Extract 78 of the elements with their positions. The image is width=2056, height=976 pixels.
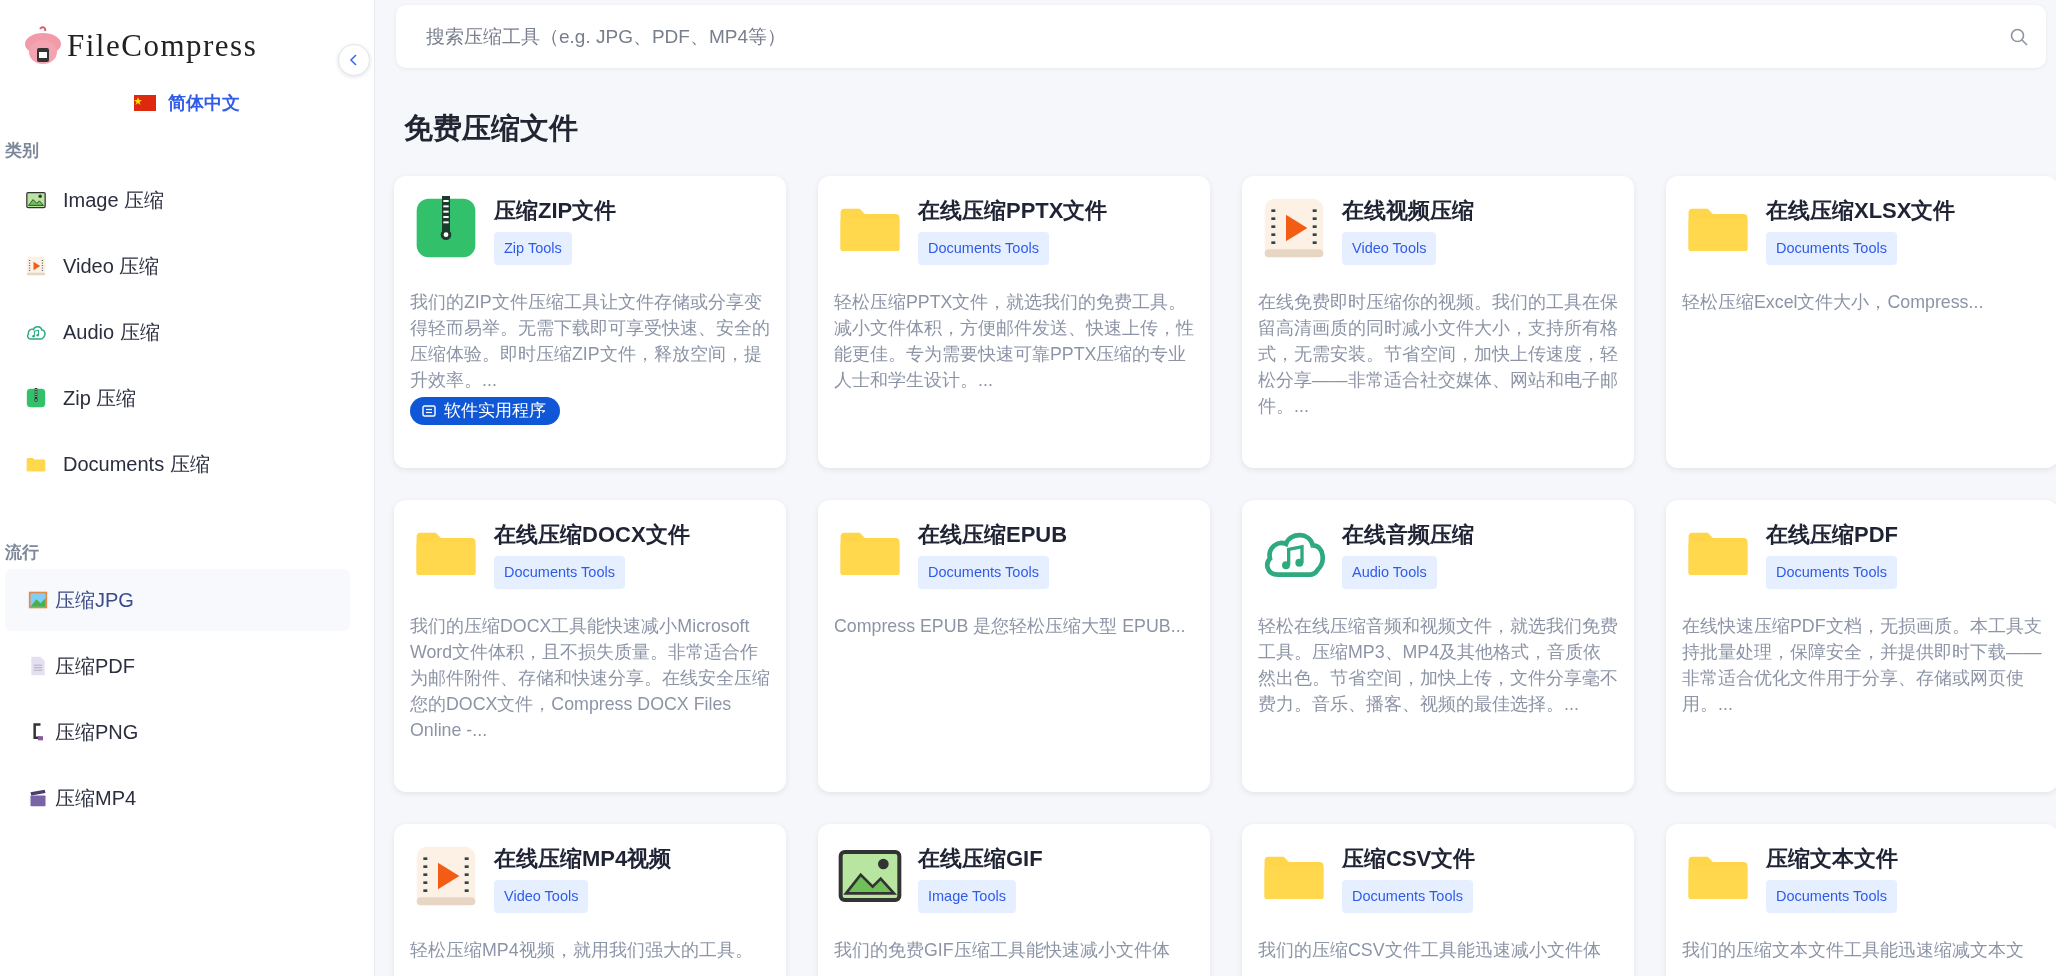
category-tag: Video Tools	[1342, 232, 1437, 265]
logo-text: FileCompress	[67, 28, 258, 64]
section-title: 流行	[4, 542, 40, 564]
section-title: 类别	[4, 140, 40, 162]
card-title: 压缩文本文件	[1766, 845, 1898, 873]
mascot-logo-icon	[23, 26, 63, 66]
language-link[interactable]: 简体中文	[168, 91, 240, 115]
chevron-left-icon	[348, 54, 360, 66]
category-tag: Documents Tools	[494, 556, 625, 589]
tool-card[interactable]: 压缩CSV文件 Documents Tools 我们的压缩CSV文件工具能迅速减小文件体	[1242, 824, 1634, 976]
card-description: Compress EPUB 是您轻松压缩大型 EPUB...	[834, 615, 1187, 638]
search-icon	[2010, 27, 2028, 46]
category-tag: Documents Tools	[1766, 556, 1897, 589]
card-title: 在线压缩PDF	[1766, 521, 1898, 549]
tool-card[interactable]: 在线压缩DOCX文件 Documents Tools 我们的压缩DOCX工具能快速减小Microsoft Word文件体积，且不损失质量。非常适合作为邮件附件、存储和快速分享。在线安全压缩您的DOCX文件，Compress DOCX Files Online -...	[394, 500, 786, 792]
card-description: 在线快速压缩PDF文档，无损画质。本工具支持批量处理，保障安全，并提供即时下载——非常适合优化文件用于分享、存储或网页使用。...	[1682, 615, 2042, 716]
category-tag: Zip Tools	[494, 232, 572, 265]
play-icon	[1262, 196, 1326, 260]
category-tag: Documents Tools	[1766, 232, 1897, 265]
card-title: 在线压缩DOCX文件	[494, 521, 690, 549]
card-title: 在线音频压缩	[1342, 521, 1474, 549]
category-tag: Documents Tools	[1342, 880, 1473, 913]
card-description: 轻松压缩MP4视频，就用我们强大的工具。	[410, 939, 754, 962]
card-description: 轻松压缩PPTX文件，就选我们的免费工具。减小文件体积，方便邮件发送、快速上传，性能更佳。专为需要快速可靠PPTX压缩的专业人士和学生设计。...	[834, 291, 1194, 392]
card-title: 在线压缩MP4视频	[494, 845, 672, 873]
popular-link[interactable]: 压缩MP4	[5, 767, 350, 829]
card-description: 我们的压缩CSV文件工具能迅速减小文件体	[1258, 939, 1602, 962]
tool-card[interactable]: 在线音频压缩 Audio Tools 轻松在线压缩音频和视频文件，就选我们免费工具。压缩MP3、MP4及其他格式，音质依然出色。节省空间，加快上传，文件分享毫不费力。音乐、播客、视频的最佳选择。...	[1242, 500, 1634, 792]
document-icon	[28, 656, 48, 676]
card-description: 我们的压缩DOCX工具能快速减小Microsoft Word文件体积，且不损失质量。非常适合作为邮件附件、存储和快速分享。在线安全压缩您的DOCX文件，Compress DOCX Files Online -...	[410, 615, 770, 742]
card-title: 压缩ZIP文件	[494, 197, 617, 225]
page-heading: 免费压缩文件	[404, 111, 579, 146]
card-description: 在线免费即时压缩你的视频。我们的工具在保留高清画质的同时减小文件大小，支持所有格式，无需安装。节省空间，加快上传速度，轻松分享——非常适合社交媒体、网站和电子邮件。...	[1258, 291, 1618, 418]
category-link[interactable]: Image 压缩	[0, 167, 374, 233]
card-description: 我们的ZIP文件压缩工具让文件存储或分享变得轻而易举。无需下载即可享受快速、安全的压缩体验。即时压缩ZIP文件，释放空间，提升效率。...	[410, 291, 770, 392]
category-link[interactable]: Documents 压缩	[0, 431, 374, 497]
category-link[interactable]: Zip 压缩	[0, 365, 374, 431]
tool-card[interactable]: 压缩文本文件 Documents Tools 我们的压缩文本文件工具能迅速缩减文本文	[1666, 824, 2056, 976]
tool-card[interactable]: 在线压缩EPUB Documents Tools Compress EPUB 是您轻松压缩大型 EPUB...	[818, 500, 1210, 792]
category-badge: 软件实用程序	[410, 397, 560, 425]
category-link[interactable]: Audio 压缩	[0, 299, 374, 365]
card-description: 轻松压缩Excel文件大小，Compress...	[1682, 291, 1985, 314]
category-tag: Image Tools	[918, 880, 1016, 913]
tool-card[interactable]: 在线压缩PDF Documents Tools 在线快速压缩PDF文档，无损画质。本工具支持批量处理，保障安全，并提供即时下载——非常适合优化文件用于分享、存储或网页使用。...	[1666, 500, 2056, 792]
category-tag: Audio Tools	[1342, 556, 1437, 589]
card-title: 在线压缩EPUB	[918, 521, 1068, 549]
tool-card[interactable]: 在线压缩MP4视频 Video Tools 轻松压缩MP4视频，就用我们强大的工具。	[394, 824, 786, 976]
popular-link[interactable]: 压缩PNG	[5, 701, 350, 763]
list-icon	[422, 405, 436, 417]
collapse-button[interactable]	[338, 44, 370, 76]
popular-link[interactable]: 压缩JPG	[5, 569, 350, 631]
tool-card[interactable]: 在线压缩GIF Image Tools 我们的免费GIF压缩工具能快速减小文件体	[818, 824, 1210, 976]
play-icon	[26, 256, 46, 276]
card-description: 我们的免费GIF压缩工具能快速减小文件体	[834, 939, 1171, 962]
zipper-icon	[26, 388, 46, 408]
category-link[interactable]: Video 压缩	[0, 233, 374, 299]
picture-frame-icon	[26, 190, 46, 210]
category-tag: Documents Tools	[918, 232, 1049, 265]
flag-icon	[134, 95, 156, 111]
tool-card[interactable]: 压缩ZIP文件 Zip Tools 我们的ZIP文件压缩工具让文件存储或分享变得轻而易举。无需下载即可享受快速、安全的压缩体验。即时压缩ZIP文件，释放空间，提升效率。... 软件实用程序	[394, 176, 786, 468]
play-icon	[414, 844, 478, 908]
tool-card[interactable]: 在线压缩PPTX文件 Documents Tools 轻松压缩PPTX文件，就选我们的免费工具。减小文件体积，方便邮件发送、快速上传，性能更佳。专为需要快速可靠PPTX压缩的专业人士和学生设计。...	[818, 176, 1210, 468]
category-tag: Video Tools	[494, 880, 589, 913]
clapperboard-icon	[28, 788, 48, 808]
category-tag: Documents Tools	[1766, 880, 1897, 913]
tool-card[interactable]: 在线视频压缩 Video Tools 在线免费即时压缩你的视频。我们的工具在保留高清画质的同时减小文件大小，支持所有格式，无需安装。节省空间，加快上传速度，轻松分享——非常适合社交媒体、网站和电子邮件。...	[1242, 176, 1634, 468]
zipper-icon	[414, 196, 478, 260]
category-tag: Documents Tools	[918, 556, 1049, 589]
card-title: 在线视频压缩	[1342, 197, 1474, 225]
card-title: 在线压缩GIF	[918, 845, 1043, 873]
card-description: 我们的压缩文本文件工具能迅速缩减文本文	[1682, 939, 2025, 962]
card-title: 在线压缩XLSX文件	[1766, 197, 1956, 225]
landscape-icon	[28, 590, 48, 610]
tool-card[interactable]: 在线压缩XLSX文件 Documents Tools 轻松压缩Excel文件大小，Compress...	[1666, 176, 2056, 468]
card-title: 在线压缩PPTX文件	[918, 197, 1108, 225]
popular-link[interactable]: 压缩PDF	[5, 635, 350, 697]
card-title: 压缩CSV文件	[1342, 845, 1476, 873]
card-description: 轻松在线压缩音频和视频文件，就选我们免费工具。压缩MP3、MP4及其他格式，音质依然出色。节省空间，加快上传，文件分享毫不费力。音乐、播客、视频的最佳选择。...	[1258, 615, 1618, 716]
